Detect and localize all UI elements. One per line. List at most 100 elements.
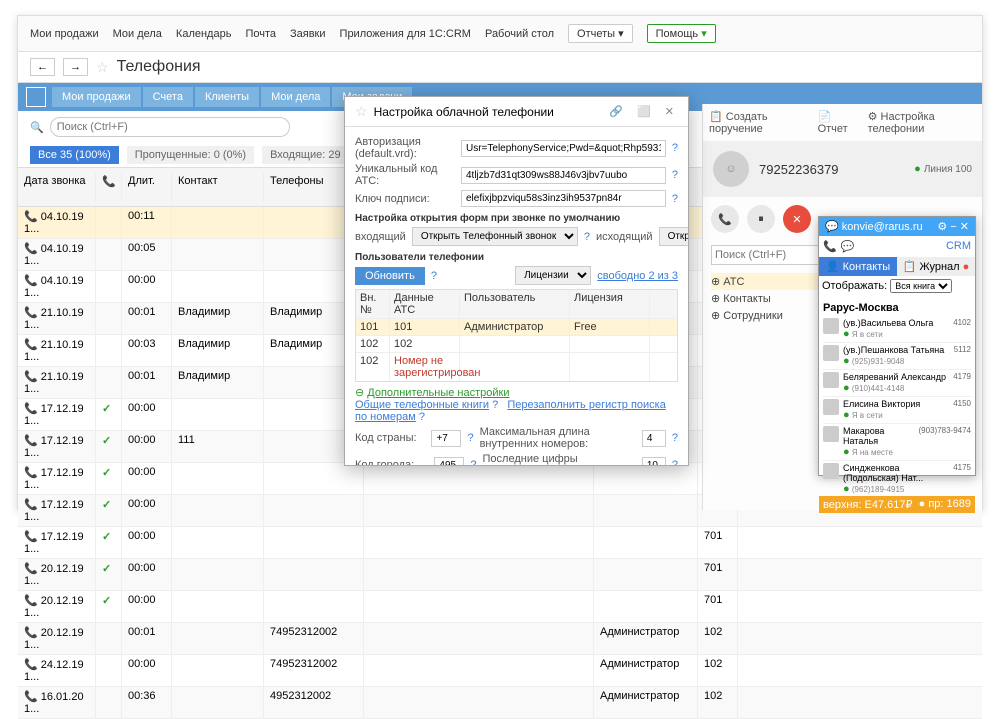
section-label: Настройка открытия форм при звонке по ум… — [355, 213, 678, 224]
incoming-label: входящий — [355, 231, 406, 243]
title-bar: ← → ☆ Телефония — [18, 52, 982, 83]
country-input[interactable] — [431, 430, 461, 447]
avatar-icon: ☺ — [713, 151, 749, 187]
extra-toggle[interactable]: Дополнительные настройки — [367, 387, 509, 399]
call-card: ☺ 79252236379 ● Линия 100 — [703, 141, 982, 197]
line-label: Линия 100 — [924, 164, 972, 175]
uid-input[interactable] — [461, 167, 666, 184]
gear-icon[interactable]: ⚙ — [937, 221, 947, 233]
balance: верхня: E47.617₽ — [823, 498, 912, 511]
contacts-tab[interactable]: 👤 Контакты — [819, 257, 897, 276]
outgoing-select[interactable]: Открыть Телефонный звонок — [659, 227, 688, 246]
last-input[interactable] — [642, 457, 666, 466]
city-input[interactable] — [434, 457, 464, 466]
top-menu: Мои продажи Мои дела Календарь Почта Зая… — [18, 16, 982, 52]
menu-item[interactable]: Приложения для 1C:CRM — [340, 28, 471, 40]
settings-dialog: ☆ Настройка облачной телефонии 🔗 ⬜ ✕ Авт… — [344, 96, 689, 466]
menu-item[interactable]: Заявки — [290, 28, 326, 40]
auth-label: Авторизация (default.vrd): — [355, 136, 455, 160]
reports-dropdown[interactable]: Отчеты ▾ — [568, 24, 633, 43]
table-row[interactable]: 📞 17.12.19 1...✓00:00701 — [18, 527, 982, 559]
create-task-link[interactable]: 📋 Создать поручение — [709, 110, 808, 135]
help-icon[interactable]: ? — [672, 169, 678, 181]
table-row[interactable]: 📞 20.12.19 1...✓00:00701 — [18, 591, 982, 623]
contact-item[interactable]: Макарова Наталья● Я на месте(903)783-947… — [823, 424, 971, 461]
col-dur[interactable]: Длит. — [122, 172, 172, 202]
table-row[interactable]: 📞 24.12.19 1...00:0074952312002Администр… — [18, 655, 982, 687]
contact-item[interactable]: (ув.)Васильева Ольга● Я в сети4102 — [823, 316, 971, 343]
menu-item[interactable]: Календарь — [176, 28, 232, 40]
expand-icon[interactable]: ⬜ — [633, 105, 655, 118]
settings-link[interactable]: ⚙ Настройка телефонии — [868, 110, 976, 135]
uid-label: Уникальный код АТС: — [355, 163, 455, 187]
help-icon[interactable]: ? — [431, 270, 437, 282]
col-status-icon[interactable]: 📞 — [96, 172, 122, 202]
table-row[interactable]: 📞 20.12.19 1...✓00:00701 — [18, 559, 982, 591]
dialog-title: Настройка облачной телефонии — [374, 105, 600, 119]
key-input[interactable] — [461, 190, 666, 207]
minimize-icon[interactable]: − — [950, 221, 956, 233]
col-contact[interactable]: Контакт — [172, 172, 264, 202]
contact-item[interactable]: Синдженкова (Подольская) Нат...● (962)18… — [823, 461, 971, 496]
section-label: Пользователи телефонии — [355, 252, 678, 263]
crm-link[interactable]: CRM — [946, 240, 971, 253]
contact-item[interactable]: (ув.)Пешанкова Татьяна● (925)931-9048511… — [823, 343, 971, 370]
call-accept-icon[interactable]: 📞 — [711, 205, 739, 233]
tab[interactable]: Счета — [143, 87, 193, 107]
help-icon[interactable]: ? — [672, 193, 678, 205]
user-row[interactable]: 101101АдминистраторFree — [356, 318, 677, 335]
nav-fwd[interactable]: → — [63, 58, 88, 76]
table-row[interactable]: 📞 20.12.19 1...00:0174952312002Администр… — [18, 623, 982, 655]
search-input[interactable] — [50, 117, 290, 137]
col-date[interactable]: Дата звонка — [18, 172, 96, 202]
close-icon[interactable]: ✕ — [960, 221, 969, 233]
update-button[interactable]: Обновить — [355, 267, 425, 285]
page-title: Телефония — [117, 58, 201, 76]
outgoing-label: исходящий — [596, 231, 653, 243]
menu-item[interactable]: Почта — [245, 28, 276, 40]
close-icon[interactable]: ✕ — [661, 105, 678, 118]
report-link[interactable]: 📄 Отчет — [818, 110, 858, 135]
help-icon[interactable]: ? — [672, 142, 678, 154]
search-icon: 🔍 — [30, 121, 44, 134]
tab[interactable]: Клиенты — [195, 87, 259, 107]
link-icon[interactable]: 🔗 — [605, 105, 627, 118]
license-select[interactable]: Лицензии — [515, 266, 591, 285]
help-icon[interactable]: ? — [584, 231, 590, 243]
contact-item[interactable]: Беляреваний Александр● (910)441-41484179 — [823, 370, 971, 397]
menu-item[interactable]: Мои дела — [113, 28, 162, 40]
show-select[interactable]: Вся книга — [890, 279, 952, 293]
clipboard-icon[interactable] — [26, 87, 46, 107]
group-label: Рарус-Москва — [823, 300, 971, 316]
call-hold-icon[interactable]: ⏸ — [747, 205, 775, 233]
incoming-select[interactable]: Открыть Телефонный звонок — [412, 227, 578, 246]
filter-missed[interactable]: Пропущенные: 0 (0%) — [127, 146, 254, 164]
user-row[interactable]: 102102 — [356, 335, 677, 352]
sms-icon[interactable]: 💬 — [841, 240, 855, 253]
nav-back[interactable]: ← — [30, 58, 55, 76]
journal-tab[interactable]: 📋 Журнал ● — [897, 257, 975, 276]
help-dropdown[interactable]: Помощь ▾ — [647, 24, 716, 43]
books-link[interactable]: Общие телефонные книги — [355, 399, 489, 411]
filter-all[interactable]: Все 35 (100%) — [30, 146, 119, 164]
tab[interactable]: Мои дела — [261, 87, 330, 107]
menu-item[interactable]: Мои продажи — [30, 28, 99, 40]
user-row[interactable]: 102Номер не зарегистрирован — [356, 352, 677, 381]
star-icon[interactable]: ☆ — [355, 103, 368, 120]
widget-title: 💬 konvie@rarus.ru — [825, 220, 923, 233]
caller-number: 79252236379 — [759, 162, 839, 177]
menu-item[interactable]: Рабочий стол — [485, 28, 554, 40]
messenger-widget: 💬 konvie@rarus.ru ⚙ − ✕ 📞 💬 CRM 👤 Контакты📋… — [818, 216, 976, 476]
maxlen-input[interactable] — [642, 430, 666, 447]
free-link[interactable]: свободно 2 из 3 — [597, 270, 678, 282]
call-icon[interactable]: 📞 — [823, 240, 837, 253]
key-label: Ключ подписи: — [355, 193, 455, 205]
user-grid: Вн. №Данные АТСПользовательЛицензия 1011… — [355, 289, 678, 382]
count: ● пр: 1689 — [919, 498, 971, 511]
tab[interactable]: Мои продажи — [52, 87, 141, 107]
auth-input[interactable] — [461, 140, 666, 157]
star-icon[interactable]: ☆ — [96, 59, 109, 76]
table-row[interactable]: 📞 16.01.20 1...00:364952312002Администра… — [18, 687, 982, 719]
call-end-icon[interactable]: ✕ — [783, 205, 811, 233]
contact-item[interactable]: Елисина Виктория● Я в сети4150 — [823, 397, 971, 424]
